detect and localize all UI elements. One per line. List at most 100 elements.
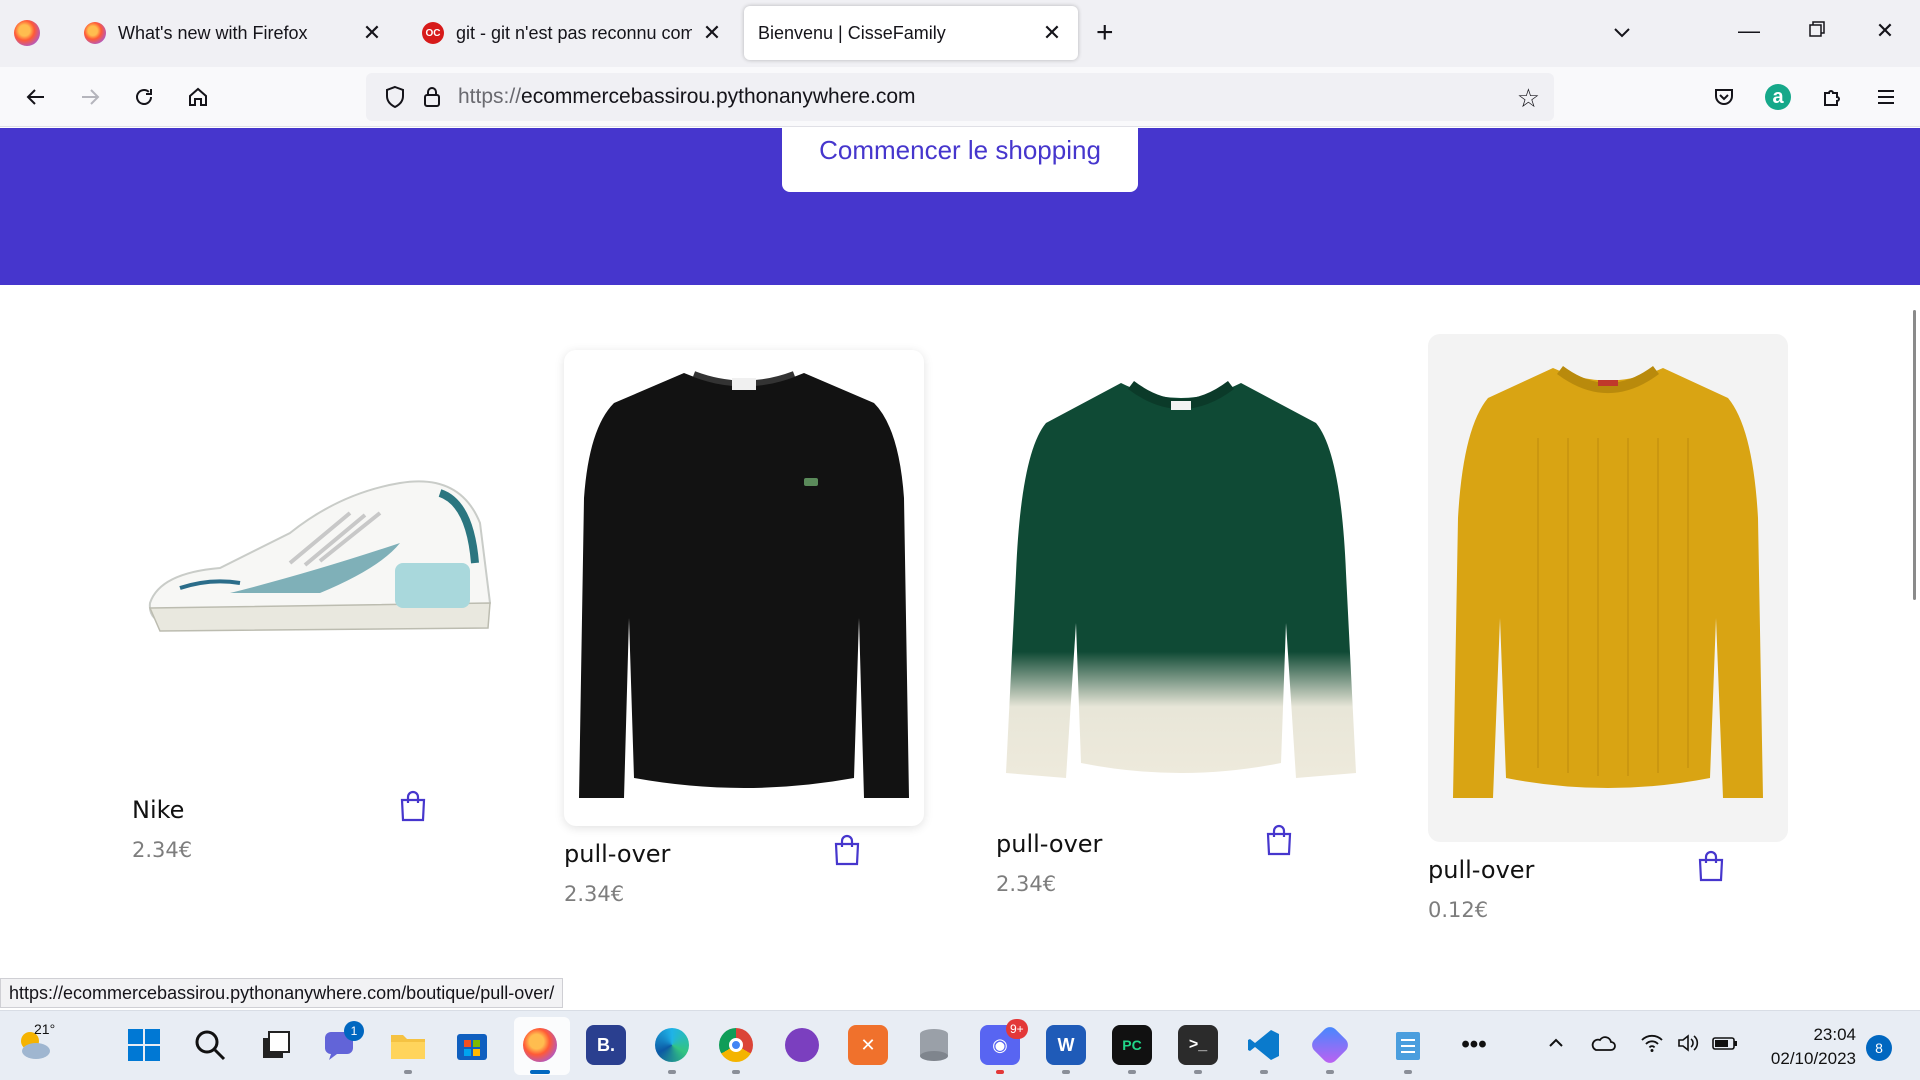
shopping-bag-icon[interactable] (1264, 824, 1294, 856)
close-icon[interactable]: ✕ (1040, 20, 1064, 45)
wifi-button[interactable] (1640, 1033, 1664, 1059)
more-apps-button[interactable]: ••• (1454, 1025, 1494, 1065)
shield-icon[interactable] (384, 85, 406, 109)
reload-button[interactable] (128, 81, 160, 113)
close-icon[interactable]: ✕ (700, 20, 724, 45)
sneaker-picture (148, 480, 492, 632)
running-indicator (404, 1070, 412, 1074)
start-shopping-button[interactable]: Commencer le shopping (782, 128, 1138, 192)
notification-badge[interactable]: 8 (1866, 1035, 1892, 1061)
home-button[interactable] (182, 81, 214, 113)
minimize-button[interactable]: — (1734, 18, 1764, 44)
restore-button[interactable] (1802, 18, 1832, 44)
yellow-sweater-picture (1453, 365, 1763, 798)
store-icon (457, 1034, 487, 1060)
forward-button[interactable] (74, 81, 106, 113)
lock-icon[interactable] (422, 85, 442, 109)
start-button[interactable] (124, 1025, 164, 1065)
running-indicator (1062, 1070, 1070, 1074)
product-card[interactable]: pull-over 0.12€ (1428, 334, 1788, 922)
new-tab-button[interactable]: + (1096, 18, 1114, 48)
notepad-icon (1396, 1032, 1420, 1060)
xampp-button[interactable]: ✕ (848, 1025, 888, 1065)
tab-bienvenu[interactable]: Bienvenu | CisseFamily ✕ (744, 6, 1078, 60)
tab-git[interactable]: OC git - git n'est pas reconnu comme com… (408, 6, 738, 60)
firefox-icon (84, 22, 106, 44)
product-card[interactable]: pull-over 2.34€ (996, 368, 1366, 896)
copilot-button[interactable] (1308, 1023, 1352, 1067)
product-name[interactable]: pull-over (996, 830, 1102, 858)
close-window-button[interactable]: ✕ (1870, 18, 1900, 44)
github-desktop-button[interactable] (782, 1025, 822, 1065)
discord-icon: ◉ (992, 1034, 1008, 1055)
running-indicator (1194, 1070, 1202, 1074)
restore-icon (1809, 21, 1825, 37)
running-indicator (996, 1070, 1004, 1074)
scrollbar-thumb[interactable] (1913, 310, 1916, 600)
file-explorer-button[interactable] (388, 1025, 428, 1065)
edge-button[interactable] (652, 1025, 692, 1065)
yellow-sweater-image[interactable] (1428, 334, 1788, 842)
copilot-icon (1308, 1023, 1352, 1067)
volume-button[interactable] (1676, 1033, 1700, 1059)
ellipsis-icon: ••• (1461, 1031, 1487, 1058)
running-indicator (1404, 1070, 1412, 1074)
puzzle-icon (1824, 90, 1840, 106)
product-name[interactable]: pull-over (1428, 856, 1534, 884)
terminal-button[interactable]: >_ (1178, 1025, 1218, 1065)
product-card[interactable]: pull-over 2.34€ (564, 350, 924, 906)
notepad-button[interactable] (1388, 1025, 1428, 1065)
database-button[interactable] (914, 1025, 954, 1065)
product-name[interactable]: pull-over (564, 840, 670, 868)
clock[interactable]: 23:04 02/10/2023 (1756, 1023, 1856, 1071)
search-button[interactable] (190, 1025, 230, 1065)
clock-time: 23:04 (1813, 1025, 1856, 1044)
app-menu-button[interactable] (1870, 81, 1902, 113)
running-indicator (1260, 1070, 1268, 1074)
shopping-bag-icon[interactable] (832, 834, 862, 866)
shopping-bag-icon[interactable] (398, 790, 428, 822)
chrome-icon (719, 1028, 753, 1062)
vscode-icon (1248, 1030, 1279, 1060)
firefox-view-icon[interactable] (14, 20, 40, 46)
onedrive-button[interactable] (1590, 1033, 1616, 1059)
url-protocol: https:// (458, 85, 522, 108)
product-name[interactable]: Nike (132, 796, 184, 824)
hamburger-menu-icon (1878, 90, 1894, 104)
firefox-taskbar-button[interactable] (520, 1025, 560, 1065)
arrow-right-icon (82, 89, 100, 105)
shopping-bag-icon[interactable] (1696, 850, 1726, 882)
battery-button[interactable] (1712, 1033, 1738, 1059)
url-text[interactable]: https://ecommercebassirou.pythonanywhere… (458, 85, 916, 109)
url-bar[interactable]: https://ecommercebassirou.pythonanywhere… (366, 73, 1554, 121)
black-sweater-image[interactable] (564, 350, 924, 826)
bookmark-star-icon[interactable]: ☆ (1517, 83, 1540, 114)
product-card[interactable]: Nike 2.34€ (130, 318, 510, 862)
show-hidden-icons-button[interactable] (1546, 1033, 1566, 1059)
tab-whats-new[interactable]: What's new with Firefox ✕ (70, 6, 398, 60)
chevron-down-icon (1614, 28, 1630, 38)
sneaker-image[interactable] (130, 318, 510, 788)
pycharm-button[interactable]: PC (1112, 1025, 1152, 1065)
product-price: 0.12€ (1428, 898, 1489, 922)
task-view-button[interactable] (256, 1025, 296, 1065)
running-indicator (732, 1070, 740, 1074)
xampp-icon: ✕ (860, 1034, 876, 1055)
pocket-button[interactable] (1708, 81, 1740, 113)
home-icon (189, 87, 207, 106)
close-icon[interactable]: ✕ (360, 20, 384, 45)
back-button[interactable] (20, 81, 52, 113)
green-sweater-image[interactable] (996, 368, 1366, 798)
word-icon: W (1057, 1034, 1075, 1055)
chrome-button[interactable] (716, 1025, 756, 1065)
extensions-button[interactable] (1816, 81, 1848, 113)
word-button[interactable]: W (1046, 1025, 1086, 1065)
black-sweater-picture (579, 371, 909, 798)
terminal-icon: >_ (1188, 1036, 1208, 1053)
vscode-button[interactable] (1244, 1025, 1284, 1065)
microsoft-store-button[interactable] (452, 1025, 492, 1065)
amazon-assistant-button[interactable]: a (1762, 81, 1794, 113)
booking-button[interactable]: B. (586, 1025, 626, 1065)
list-tabs-button[interactable] (1610, 20, 1634, 50)
running-indicator (1326, 1070, 1334, 1074)
